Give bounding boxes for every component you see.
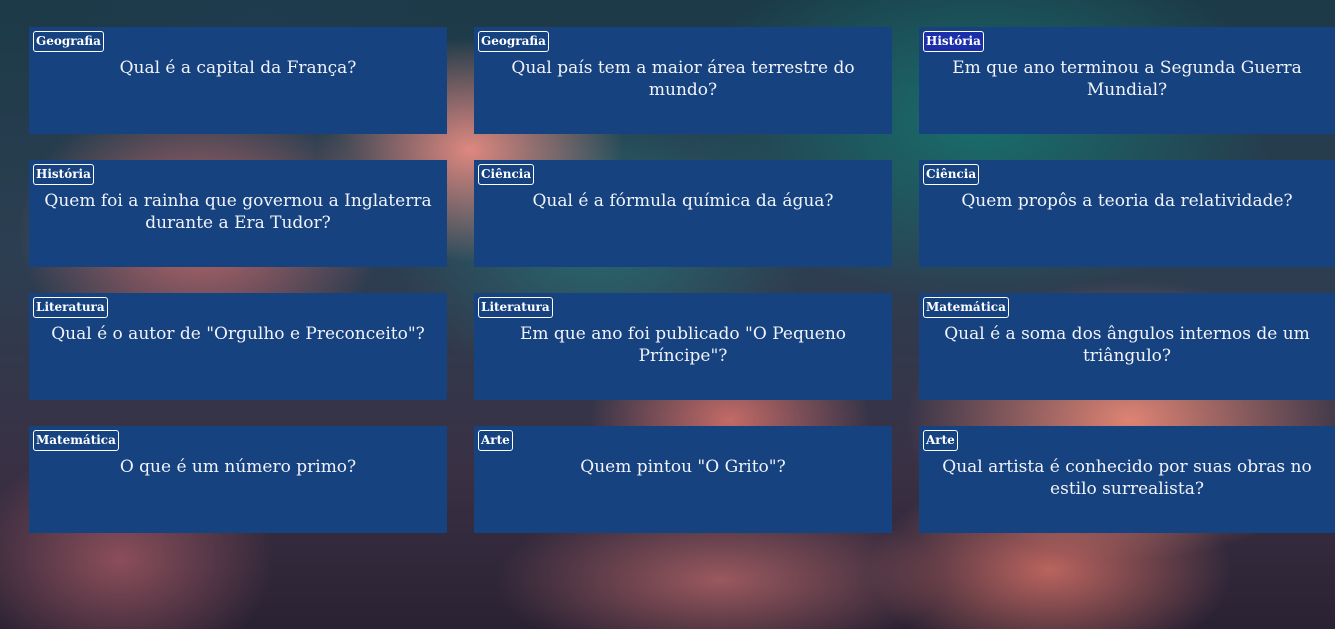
question-text: Qual artista é conhecido por suas obras … <box>942 457 1312 499</box>
question-text: O que é um número primo? <box>119 457 357 477</box>
question-text: Quem propôs a teoria da relatividade? <box>961 191 1293 211</box>
question-text: Qual país tem a maior área terrestre do … <box>511 58 855 100</box>
category-badge: Geografia <box>33 31 104 52</box>
question-card[interactable]: Ciência Quem propôs a teoria da relativi… <box>919 160 1335 267</box>
question-card[interactable]: Matemática O que é um número primo? <box>29 426 447 533</box>
category-badge: Ciência <box>478 164 535 185</box>
question-text: Em que ano terminou a Segunda Guerra Mun… <box>952 58 1302 100</box>
question-text: Quem pintou "O Grito"? <box>580 457 786 477</box>
question-card[interactable]: Literatura Em que ano foi publicado "O P… <box>474 293 892 400</box>
question-card[interactable]: História Em que ano terminou a Segunda G… <box>919 27 1335 134</box>
category-badge: Ciência <box>923 164 980 185</box>
category-badge: História <box>33 164 94 185</box>
question-text: Qual é a capital da França? <box>119 58 357 78</box>
question-text: Qual é a soma dos ângulos internos de um… <box>944 324 1310 366</box>
question-card[interactable]: Arte Quem pintou "O Grito"? <box>474 426 892 533</box>
question-card[interactable]: Geografia Qual é a capital da França? <box>29 27 447 134</box>
category-badge: História <box>923 31 984 52</box>
question-card[interactable]: História Quem foi a rainha que governou … <box>29 160 447 267</box>
category-badge: Literatura <box>33 297 108 318</box>
question-text: Qual é o autor de "Orgulho e Preconceito… <box>51 324 425 344</box>
question-card[interactable]: Geografia Qual país tem a maior área ter… <box>474 27 892 134</box>
question-text: Em que ano foi publicado "O Pequeno Prín… <box>519 324 847 366</box>
question-card[interactable]: Ciência Qual é a fórmula química da água… <box>474 160 892 267</box>
question-card-grid: Geografia Qual é a capital da França? Ge… <box>29 27 1335 533</box>
category-badge: Matemática <box>923 297 1009 318</box>
question-card[interactable]: Matemática Qual é a soma dos ângulos int… <box>919 293 1335 400</box>
question-text: Qual é a fórmula química da água? <box>532 191 834 211</box>
category-badge: Arte <box>923 430 958 451</box>
question-text: Quem foi a rainha que governou a Inglate… <box>44 191 432 233</box>
category-badge: Geografia <box>478 31 549 52</box>
question-card[interactable]: Arte Qual artista é conhecido por suas o… <box>919 426 1335 533</box>
category-badge: Literatura <box>478 297 553 318</box>
category-badge: Matemática <box>33 430 119 451</box>
question-card[interactable]: Literatura Qual é o autor de "Orgulho e … <box>29 293 447 400</box>
category-badge: Arte <box>478 430 513 451</box>
